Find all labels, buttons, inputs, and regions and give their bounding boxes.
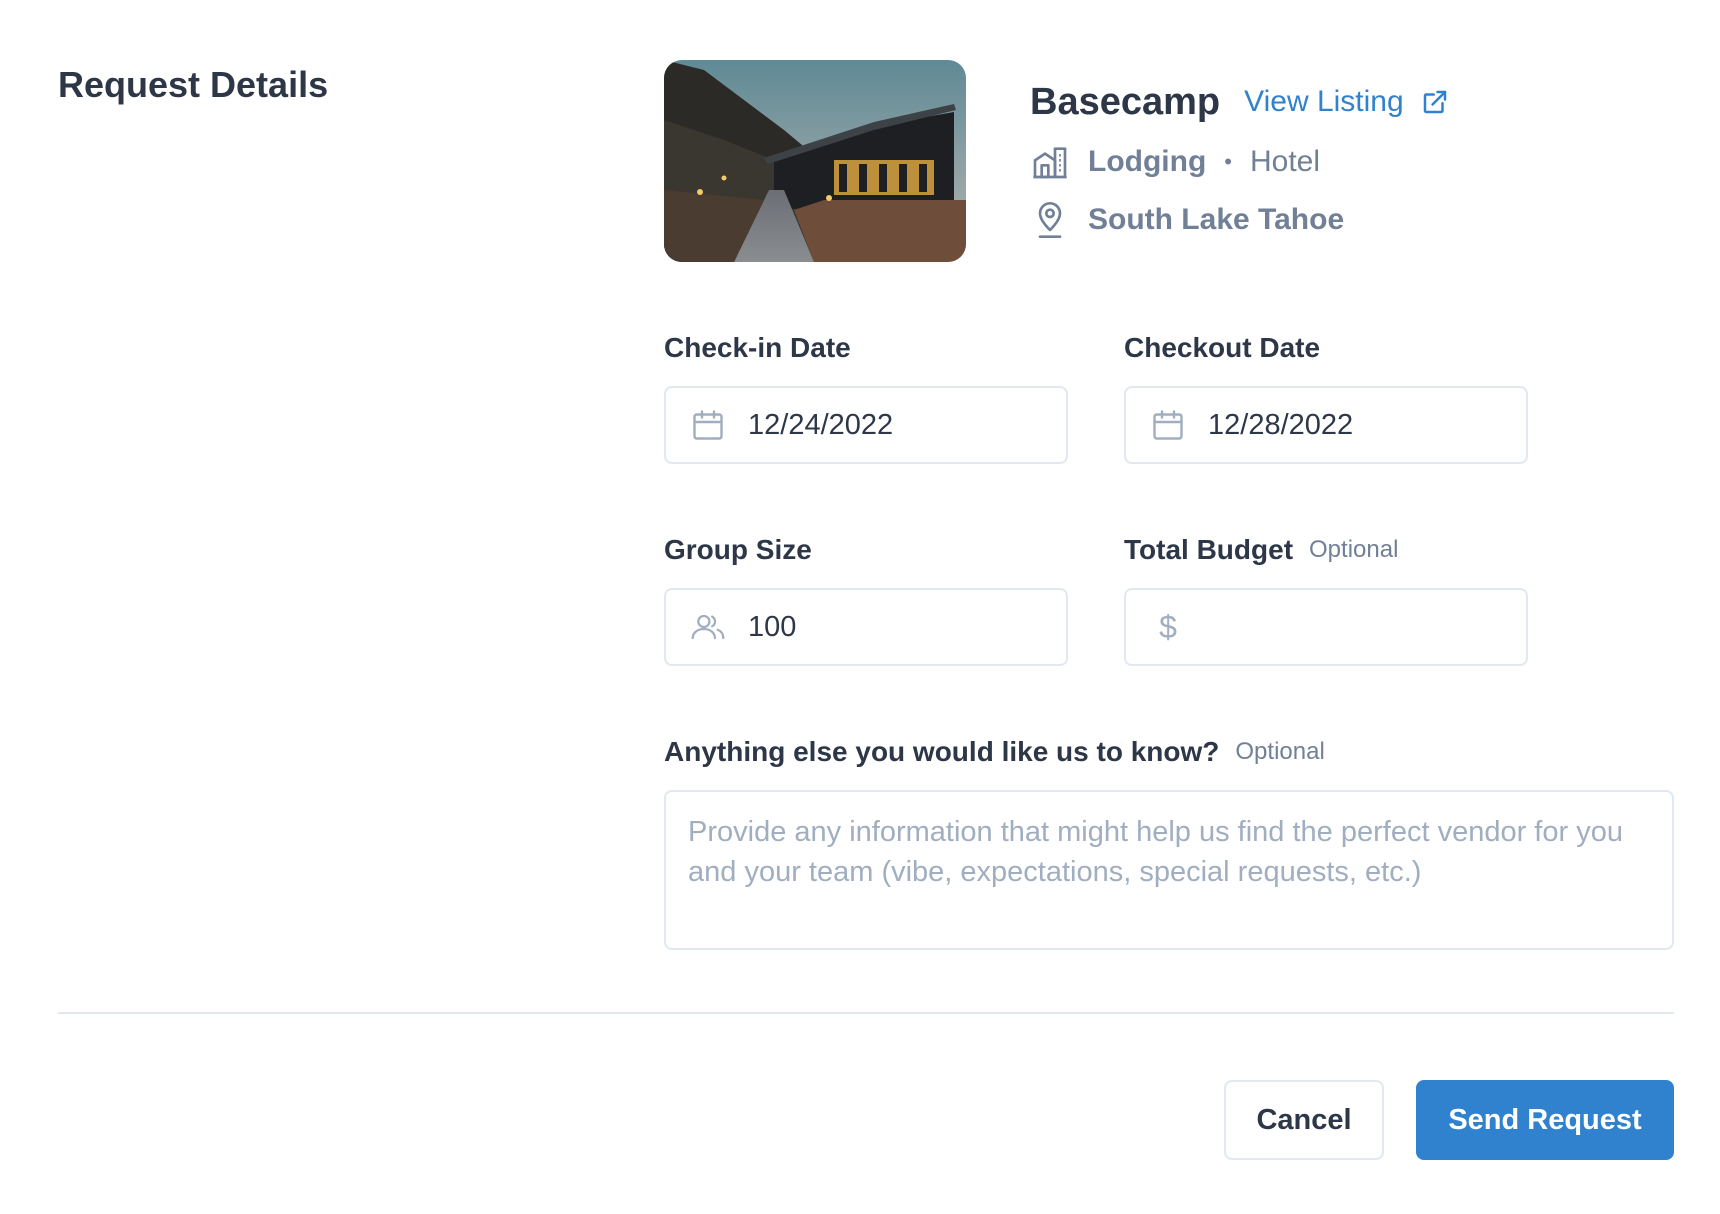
footer-divider — [58, 1012, 1674, 1014]
map-pin-icon — [1030, 200, 1070, 240]
notes-label-row: Anything else you would like us to know?… — [664, 732, 1674, 772]
budget-label-row: Total Budget Optional — [1124, 530, 1528, 570]
checkout-field: Checkout Date — [1124, 328, 1528, 464]
checkin-field: Check-in Date — [664, 328, 1068, 464]
notes-textarea[interactable] — [688, 812, 1650, 928]
group-size-field: Group Size — [664, 530, 1068, 666]
listing-category: Lodging — [1088, 145, 1207, 178]
notes-label: Anything else you would like us to know? — [664, 736, 1220, 767]
category-separator: • — [1224, 149, 1232, 174]
view-listing-label: View Listing — [1244, 85, 1404, 118]
notes-optional-tag: Optional — [1235, 738, 1325, 765]
checkout-input-box[interactable] — [1124, 386, 1528, 464]
external-link-icon — [1420, 87, 1450, 117]
calendar-icon — [690, 407, 726, 443]
group-size-input[interactable] — [746, 609, 1050, 645]
listing-info: Basecamp View Listing Lodging • Hotel So… — [1030, 78, 1450, 242]
budget-label: Total Budget — [1124, 534, 1294, 565]
notes-textarea-box[interactable] — [664, 790, 1674, 950]
listing-location-row: South Lake Tahoe — [1030, 198, 1450, 242]
send-request-button[interactable]: Send Request — [1416, 1080, 1674, 1160]
listing-title-row: Basecamp View Listing — [1030, 78, 1450, 126]
group-size-label: Group Size — [664, 534, 812, 565]
users-icon — [690, 609, 726, 645]
checkin-label: Check-in Date — [664, 332, 851, 363]
checkin-date-input[interactable] — [746, 407, 1050, 443]
budget-input-box[interactable]: $ — [1124, 588, 1528, 666]
calendar-icon — [1150, 407, 1186, 443]
dollar-icon: $ — [1159, 608, 1177, 645]
budget-input[interactable] — [1206, 609, 1510, 645]
section-title: Request Details — [58, 64, 329, 105]
building-icon — [1030, 142, 1070, 182]
listing-photo — [664, 60, 966, 262]
checkout-date-input[interactable] — [1206, 407, 1510, 443]
listing-location: South Lake Tahoe — [1088, 203, 1345, 236]
notes-field: Anything else you would like us to know?… — [664, 732, 1674, 950]
view-listing-link[interactable]: View Listing — [1244, 85, 1450, 119]
budget-field: Total Budget Optional $ — [1124, 530, 1528, 666]
listing-type: Hotel — [1250, 145, 1321, 178]
listing-name: Basecamp — [1030, 80, 1221, 123]
checkin-input-box[interactable] — [664, 386, 1068, 464]
cancel-button[interactable]: Cancel — [1224, 1080, 1384, 1160]
budget-optional-tag: Optional — [1309, 536, 1399, 563]
checkout-label: Checkout Date — [1124, 332, 1321, 363]
listing-category-row: Lodging • Hotel — [1030, 140, 1450, 184]
group-size-input-box[interactable] — [664, 588, 1068, 666]
